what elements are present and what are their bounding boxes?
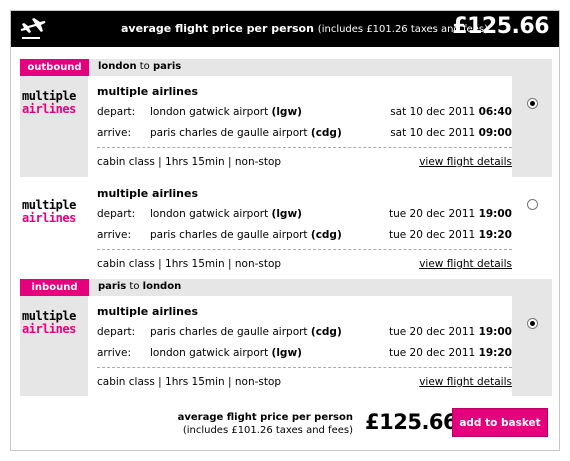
logo-line-2: airlines (22, 322, 76, 336)
header-price: £125.66 (452, 14, 549, 39)
footer-price: £125.66 (365, 410, 458, 434)
airline-logo: multiple airlines (22, 310, 76, 336)
header-title: average flight price per person (include… (121, 22, 488, 35)
select-radio[interactable] (527, 98, 538, 109)
time: 19:20 (478, 229, 512, 241)
flight-meta: cabin class | 1hrs 15min | non-stop (97, 376, 282, 388)
arrive-airport: paris charles de gaulle airport (cdg) (150, 229, 342, 241)
airline-logo: multiple airlines (22, 90, 76, 116)
depart-airport: london gatwick airport (lgw) (150, 106, 302, 118)
depart-label: depart: (97, 208, 136, 220)
footer-taxes-note: (includes £101.26 taxes and fees) (182, 425, 353, 436)
depart-airport: paris charles de gaulle airport (cdg) (150, 326, 342, 338)
divider (97, 367, 512, 368)
arrive-label: arrive: (97, 347, 132, 359)
depart-label: depart: (97, 326, 136, 338)
flight-summary-panel: average flight price per person (include… (10, 10, 560, 451)
route-origin: paris (98, 281, 127, 292)
airline-logo: multiple airlines (22, 199, 76, 225)
route-destination: paris (153, 61, 182, 72)
arrive-airport: london gatwick airport (lgw) (150, 347, 302, 359)
time: 06:40 (478, 106, 512, 118)
footer-price-title: average flight price per person (177, 412, 353, 423)
date: tue 20 dec 2011 (388, 347, 479, 359)
airport-code: (lgw) (271, 208, 302, 220)
select-radio[interactable] (527, 199, 538, 210)
time: 09:00 (478, 127, 512, 139)
arrive-airport: paris charles de gaulle airport (cdg) (150, 127, 342, 139)
outbound-badge: outbound (20, 59, 89, 76)
view-flight-details-link[interactable]: view flight details (419, 376, 512, 388)
airline-name: multiple airlines (97, 305, 199, 318)
airport-name: paris charles de gaulle airport (150, 229, 311, 241)
depart-datetime: sat 10 dec 2011 06:40 (390, 106, 512, 118)
airport-code: (cdg) (310, 229, 342, 241)
view-flight-details-link[interactable]: view flight details (419, 258, 512, 270)
inbound-route: paris to london (98, 281, 181, 292)
airport-code: (cdg) (310, 127, 342, 139)
airline-name: multiple airlines (97, 85, 199, 98)
price-header: average flight price per person (include… (11, 11, 559, 47)
inbound-bar: inbound paris to london (20, 279, 552, 296)
arrive-label: arrive: (97, 127, 132, 139)
select-radio[interactable] (527, 318, 538, 329)
flight-meta: cabin class | 1hrs 15min | non-stop (97, 258, 282, 270)
depart-datetime: tue 20 dec 2011 19:00 (389, 208, 512, 220)
airport-name: paris charles de gaulle airport (150, 127, 311, 139)
arrive-datetime: tue 20 dec 2011 19:20 (389, 347, 512, 359)
route-destination: london (142, 281, 182, 292)
arrive-datetime: sat 10 dec 2011 09:00 (390, 127, 512, 139)
header-title-text: average flight price per person (121, 22, 314, 35)
depart-datetime: tue 20 dec 2011 19:00 (389, 326, 512, 338)
airport-name: london gatwick airport (150, 106, 272, 118)
time: 19:00 (478, 208, 512, 220)
date: tue 20 dec 2011 (388, 326, 479, 338)
date: sat 10 dec 2011 (390, 106, 479, 118)
airport-name: london gatwick airport (150, 347, 272, 359)
date: tue 20 dec 2011 (388, 208, 479, 220)
outbound-bar: outbound london to paris (20, 59, 552, 76)
date: sat 10 dec 2011 (390, 127, 479, 139)
flight-meta: cabin class | 1hrs 15min | non-stop (97, 156, 282, 168)
inbound-badge: inbound (20, 279, 89, 296)
date: tue 20 dec 2011 (388, 229, 479, 241)
divider (97, 147, 512, 148)
route-to-word: to (129, 281, 140, 292)
flight-option-3[interactable]: multiple airlines multiple airlines depa… (20, 296, 552, 396)
plane-icon (21, 18, 46, 39)
flight-option-2[interactable]: multiple airlines multiple airlines depa… (20, 185, 552, 280)
time: 19:20 (478, 347, 512, 359)
time: 19:00 (478, 326, 512, 338)
view-flight-details-link[interactable]: view flight details (419, 156, 512, 168)
divider (97, 249, 512, 250)
add-to-basket-button[interactable]: add to basket (452, 408, 548, 437)
arrive-label: arrive: (97, 229, 132, 241)
airport-name: london gatwick airport (150, 208, 272, 220)
flight-option-1[interactable]: multiple airlines multiple airlines depa… (20, 76, 552, 177)
route-to-word: to (139, 61, 150, 72)
route-origin: london (98, 61, 137, 72)
logo-line-2: airlines (22, 102, 76, 116)
airport-name: paris charles de gaulle airport (150, 326, 311, 338)
logo-line-2: airlines (22, 211, 76, 225)
outbound-route: london to paris (98, 61, 181, 72)
depart-label: depart: (97, 106, 136, 118)
airport-code: (lgw) (271, 106, 302, 118)
arrive-datetime: tue 20 dec 2011 19:20 (389, 229, 512, 241)
depart-airport: london gatwick airport (lgw) (150, 208, 302, 220)
airport-code: (cdg) (310, 326, 342, 338)
airline-name: multiple airlines (97, 187, 199, 200)
airport-code: (lgw) (271, 347, 302, 359)
